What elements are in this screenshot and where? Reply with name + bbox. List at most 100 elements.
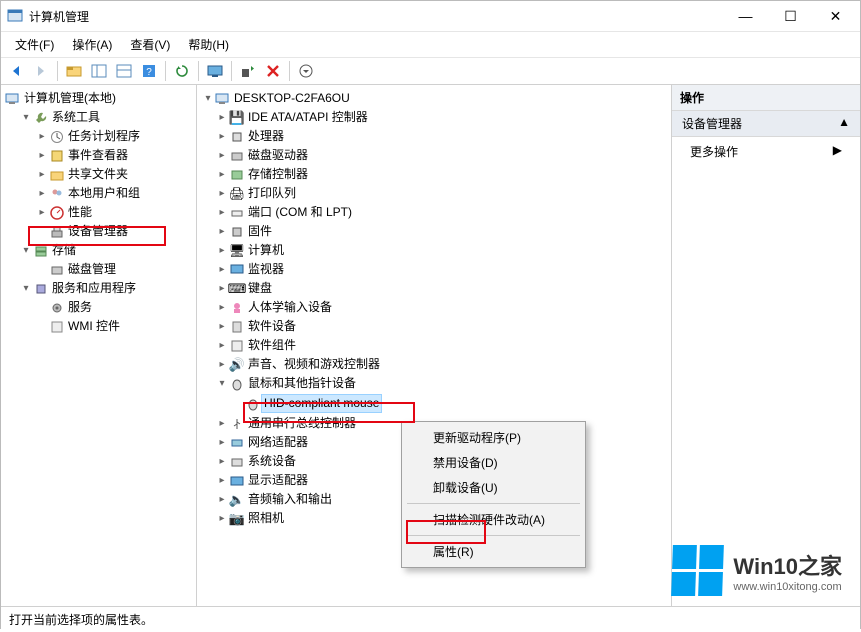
- dev-monitor[interactable]: ▸监视器: [197, 260, 671, 279]
- tree-label: 本地用户和组: [68, 185, 140, 202]
- toolbar-folder-icon[interactable]: [63, 60, 85, 82]
- chevron-right-icon[interactable]: ▸: [215, 187, 229, 201]
- dev-printq[interactable]: ▸🖨打印队列: [197, 184, 671, 203]
- chevron-right-icon[interactable]: ▸: [35, 168, 49, 182]
- menu-action[interactable]: 操作(A): [64, 34, 120, 55]
- dev-ports[interactable]: ▸端口 (COM 和 LPT): [197, 203, 671, 222]
- chevron-right-icon[interactable]: ▸: [35, 149, 49, 163]
- dev-hid[interactable]: ▸人体学输入设备: [197, 298, 671, 317]
- chevron-right-icon[interactable]: ▸: [215, 320, 229, 334]
- close-button[interactable]: ✕: [813, 2, 858, 30]
- chevron-right-icon[interactable]: ▸: [215, 263, 229, 277]
- menu-help[interactable]: 帮助(H): [180, 34, 237, 55]
- actions-header: 操作: [672, 85, 860, 111]
- tree-label: 计算机: [248, 242, 284, 259]
- chevron-right-icon[interactable]: ▸: [215, 436, 229, 450]
- toolbar-help-icon[interactable]: ?: [138, 60, 160, 82]
- chevron-right-icon[interactable]: ▸: [215, 512, 229, 526]
- actions-category[interactable]: 设备管理器 ▲: [672, 111, 860, 137]
- ctx-update-driver[interactable]: 更新驱动程序(P): [405, 425, 582, 450]
- chevron-right-icon[interactable]: ▸: [215, 130, 229, 144]
- tree-wmi[interactable]: WMI 控件: [1, 317, 196, 336]
- tree-label: 系统工具: [52, 109, 100, 126]
- actions-more-label: 更多操作: [690, 143, 738, 160]
- ctx-uninstall-device[interactable]: 卸载设备(U): [405, 475, 582, 500]
- tree-services[interactable]: 服务: [1, 298, 196, 317]
- tree-devmgr[interactable]: 设备管理器: [1, 222, 196, 241]
- chevron-down-icon[interactable]: ▾: [19, 282, 33, 296]
- tree-root[interactable]: 计算机管理(本地): [1, 89, 196, 108]
- dev-keyboard[interactable]: ▸⌨键盘: [197, 279, 671, 298]
- chevron-right-icon[interactable]: ▸: [35, 130, 49, 144]
- chevron-right-icon[interactable]: ▸: [215, 417, 229, 431]
- chevron-down-icon[interactable]: ▾: [19, 244, 33, 258]
- toolbar-forward-icon[interactable]: [30, 60, 52, 82]
- chevron-right-icon[interactable]: ▸: [215, 111, 229, 125]
- toolbar-scan-icon[interactable]: [237, 60, 259, 82]
- computer-icon: 🖥: [229, 243, 245, 259]
- tree-event[interactable]: ▸ 事件查看器: [1, 146, 196, 165]
- chevron-right-icon[interactable]: ▸: [215, 339, 229, 353]
- tree-task[interactable]: ▸ 任务计划程序: [1, 127, 196, 146]
- ctx-disable-device[interactable]: 禁用设备(D): [405, 450, 582, 475]
- chevron-down-icon[interactable]: ▾: [215, 377, 229, 391]
- actions-more[interactable]: 更多操作 ▶: [672, 137, 860, 166]
- app-icon: [7, 8, 23, 24]
- chevron-down-icon[interactable]: ▾: [201, 92, 215, 106]
- chevron-right-icon[interactable]: ▸: [215, 493, 229, 507]
- toolbar-panel2-icon[interactable]: [113, 60, 135, 82]
- chevron-right-icon[interactable]: ▸: [35, 206, 49, 220]
- tree-label: DESKTOP-C2FA6OU: [234, 90, 350, 107]
- tree-share[interactable]: ▸ 共享文件夹: [1, 165, 196, 184]
- tree-label: 声音、视频和游戏控制器: [248, 356, 380, 373]
- watermark-url: www.win10xitong.com: [733, 581, 842, 593]
- chevron-right-icon[interactable]: ▸: [215, 168, 229, 182]
- dev-ide[interactable]: ▸💾IDE ATA/ATAPI 控制器: [197, 108, 671, 127]
- dev-cpu[interactable]: ▸处理器: [197, 127, 671, 146]
- chevron-right-icon[interactable]: ▸: [215, 455, 229, 469]
- toolbar-back-icon[interactable]: [5, 60, 27, 82]
- watermark-brand: Win10之家: [733, 549, 842, 581]
- dev-mouse-cat[interactable]: ▾鼠标和其他指针设备: [197, 374, 671, 393]
- ctx-properties[interactable]: 属性(R): [405, 539, 582, 564]
- dev-computer[interactable]: ▸🖥计算机: [197, 241, 671, 260]
- ctx-separator: [407, 535, 580, 536]
- toolbar-dropdown-icon[interactable]: [295, 60, 317, 82]
- toolbar-monitor-icon[interactable]: [204, 60, 226, 82]
- usb-icon: [229, 416, 245, 432]
- ctx-scan-hardware[interactable]: 扫描检测硬件改动(A): [405, 507, 582, 532]
- menu-view[interactable]: 查看(V): [122, 34, 178, 55]
- chevron-right-icon[interactable]: ▸: [215, 301, 229, 315]
- minimize-button[interactable]: —: [723, 2, 768, 30]
- tree-services-apps[interactable]: ▾ 服务和应用程序: [1, 279, 196, 298]
- chevron-right-icon[interactable]: ▸: [215, 244, 229, 258]
- dev-sound[interactable]: ▸🔊声音、视频和游戏控制器: [197, 355, 671, 374]
- chevron-right-icon[interactable]: ▸: [215, 225, 229, 239]
- menu-file[interactable]: 文件(F): [7, 34, 62, 55]
- tree-systools[interactable]: ▾ 系统工具: [1, 108, 196, 127]
- toolbar-delete-icon[interactable]: [262, 60, 284, 82]
- dev-disk[interactable]: ▸磁盘驱动器: [197, 146, 671, 165]
- dev-firmware[interactable]: ▸固件: [197, 222, 671, 241]
- chevron-down-icon[interactable]: ▾: [19, 111, 33, 125]
- dev-root[interactable]: ▾ DESKTOP-C2FA6OU: [197, 89, 671, 108]
- dev-software[interactable]: ▸软件设备: [197, 317, 671, 336]
- chevron-right-icon[interactable]: ▸: [215, 358, 229, 372]
- tree-users[interactable]: ▸ 本地用户和组: [1, 184, 196, 203]
- chevron-right-icon[interactable]: ▸: [215, 474, 229, 488]
- tree-perf[interactable]: ▸ 性能: [1, 203, 196, 222]
- dev-storage[interactable]: ▸存储控制器: [197, 165, 671, 184]
- maximize-button[interactable]: ☐: [768, 2, 813, 30]
- tree-storage[interactable]: ▾ 存储: [1, 241, 196, 260]
- tree-diskmgr[interactable]: 磁盘管理: [1, 260, 196, 279]
- toolbar-refresh-icon[interactable]: [171, 60, 193, 82]
- menu-bar: 文件(F) 操作(A) 查看(V) 帮助(H): [1, 31, 860, 57]
- toolbar-panel1-icon[interactable]: [88, 60, 110, 82]
- chevron-right-icon[interactable]: ▸: [215, 149, 229, 163]
- chevron-right-icon[interactable]: ▸: [35, 187, 49, 201]
- chevron-right-icon[interactable]: ▸: [215, 206, 229, 220]
- computer-icon: [215, 91, 231, 107]
- dev-mouse-item[interactable]: HID-compliant mouse: [197, 393, 671, 414]
- ide-icon: 💾: [229, 110, 245, 126]
- dev-softcomp[interactable]: ▸软件组件: [197, 336, 671, 355]
